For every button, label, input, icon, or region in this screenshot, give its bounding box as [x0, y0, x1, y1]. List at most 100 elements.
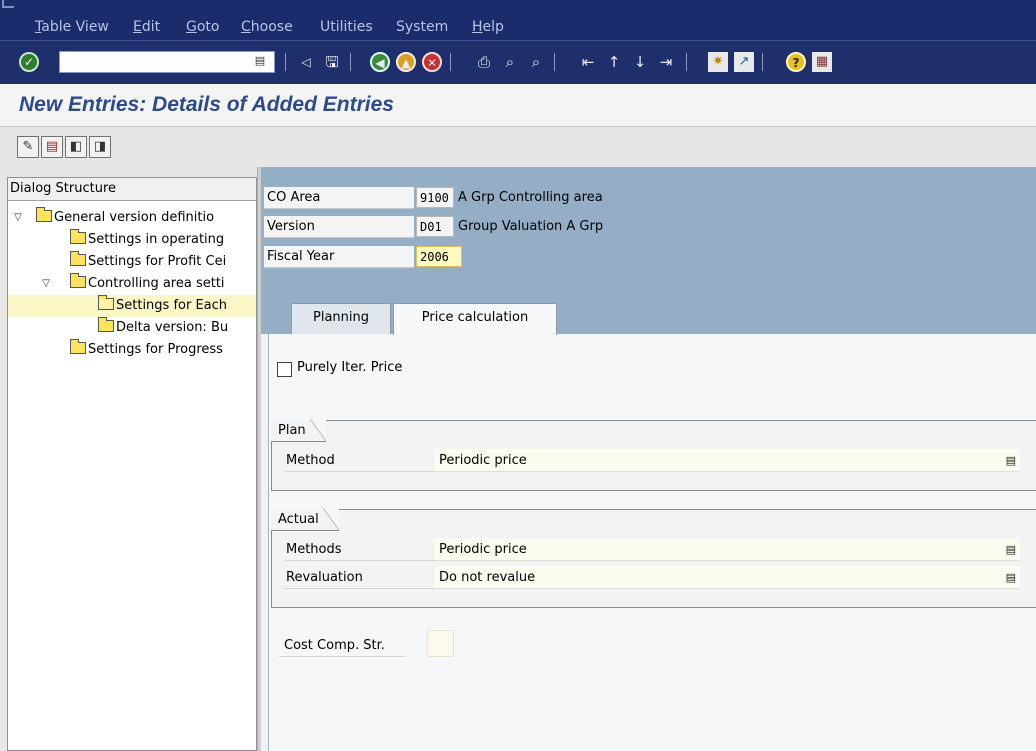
- menu-choose[interactable]: Choose: [241, 19, 293, 35]
- save-icon[interactable]: 🖫: [322, 52, 342, 72]
- dropdown-icon[interactable]: ▤: [1006, 566, 1016, 589]
- folder-icon: [70, 273, 86, 288]
- toolbar-separator: [686, 53, 687, 71]
- prev-page-icon[interactable]: ↑: [604, 52, 624, 72]
- nav-item-label: Settings for Each: [116, 298, 228, 313]
- last-page-icon[interactable]: ⇥: [656, 52, 676, 72]
- folder-icon: [70, 229, 86, 244]
- plan-group: Plan Method Periodic price ▤: [271, 419, 1036, 491]
- revaluation-label: Revaluation: [284, 566, 434, 589]
- fiscal-year-label: Fiscal Year: [264, 246, 414, 268]
- folder-icon: [36, 207, 52, 222]
- delete-icon[interactable]: ▤: [41, 136, 63, 158]
- detail-pane: CO Area 9100 A Grp Controlling area Vers…: [261, 167, 1036, 751]
- next-entry-icon[interactable]: ◨: [89, 136, 111, 158]
- folder-icon: [70, 251, 86, 266]
- menu-goto[interactable]: Goto: [186, 19, 219, 35]
- nav-item-general-version[interactable]: ▽ General version definitio: [8, 207, 256, 229]
- actual-methods-value: Periodic price: [439, 542, 527, 557]
- tab-planning[interactable]: Planning: [291, 303, 391, 334]
- nav-item-label: Settings for Progress: [88, 342, 223, 357]
- nav-item-settings-profit-center[interactable]: Settings for Profit Cei: [8, 251, 256, 273]
- version-text: Group Valuation A Grp: [458, 219, 604, 234]
- revaluation-value: Do not revalue: [439, 570, 536, 585]
- nav-item-controlling-area[interactable]: ▽ Controlling area setti: [8, 273, 256, 295]
- toolbar-separator: [450, 53, 451, 71]
- plan-method-value: Periodic price: [439, 453, 527, 468]
- dialog-structure-header: Dialog Structure: [8, 178, 256, 201]
- layout-icon[interactable]: ▦: [812, 52, 832, 72]
- purely-iter-price-checkbox[interactable]: [277, 362, 292, 377]
- display-change-icon[interactable]: ✎: [17, 136, 39, 158]
- expanded-triangle-icon[interactable]: ▽: [12, 207, 24, 229]
- actual-methods-label: Methods: [284, 538, 434, 561]
- command-field[interactable]: [59, 51, 275, 73]
- menu-edit[interactable]: Edit: [133, 19, 160, 35]
- previous-entry-icon[interactable]: ◧: [65, 136, 87, 158]
- nav-item-label: Delta version: Bu: [116, 320, 229, 335]
- toolbar-separator: [762, 53, 763, 71]
- actual-group-title: Actual: [271, 508, 339, 531]
- shortcut-icon[interactable]: ↗: [734, 52, 754, 72]
- revaluation-dropdown[interactable]: Do not revalue ▤: [434, 566, 1020, 589]
- nav-item-label: Controlling area setti: [88, 276, 225, 291]
- plan-method-dropdown[interactable]: Periodic price ▤: [434, 449, 1020, 472]
- back-green-icon[interactable]: ◀: [370, 52, 390, 72]
- next-page-icon[interactable]: ↓: [630, 52, 650, 72]
- cancel-icon[interactable]: ✕: [422, 52, 442, 72]
- menu-bar: Table View Edit Goto Choose Utilities Sy…: [0, 0, 1036, 40]
- help-icon[interactable]: ?: [786, 52, 806, 72]
- toolbar-separator: [350, 53, 351, 71]
- first-page-icon[interactable]: ⇤: [578, 52, 598, 72]
- dropdown-icon[interactable]: ▤: [1006, 449, 1016, 472]
- nav-item-label: Settings for Profit Cei: [88, 254, 227, 269]
- find-icon[interactable]: ⌕: [500, 52, 520, 72]
- menu-system[interactable]: System: [396, 19, 448, 35]
- nav-item-label: Settings in operating: [88, 232, 225, 247]
- plan-group-title: Plan: [271, 419, 326, 442]
- menu-utilities[interactable]: Utilities: [320, 19, 373, 35]
- nav-item-settings-each[interactable]: Settings for Each: [8, 295, 256, 317]
- tab-price-calculation[interactable]: Price calculation: [393, 303, 557, 335]
- application-toolbar: ✎ ▤ ◧ ◨: [0, 127, 1036, 167]
- menu-help[interactable]: Help: [472, 19, 504, 35]
- expanded-triangle-icon[interactable]: ▽: [40, 273, 52, 295]
- fiscal-year-input[interactable]: 2006: [416, 246, 462, 267]
- menu-table-view[interactable]: Table View: [35, 19, 109, 35]
- title-bar: New Entries: Details of Added Entries: [0, 84, 1036, 127]
- print-icon[interactable]: ⎙: [474, 52, 494, 72]
- dropdown-icon[interactable]: ▤: [1006, 538, 1016, 561]
- version-value: D01: [416, 216, 454, 237]
- window-menu-icon[interactable]: [2, 0, 14, 8]
- page-title: New Entries: Details of Added Entries: [19, 93, 394, 116]
- standard-toolbar: ✓ ▤ ◁ 🖫 ◀ ▲ ✕ ⎙ ⌕ ⌕ ⇤ ↑ ↓ ⇥ ✷ ↗ ? ▦: [0, 40, 1036, 84]
- co-area-label: CO Area: [264, 187, 414, 209]
- folder-icon: [70, 339, 86, 354]
- nav-item-settings-operating[interactable]: Settings in operating: [8, 229, 256, 251]
- actual-methods-dropdown[interactable]: Periodic price ▤: [434, 538, 1020, 561]
- co-area-text: A Grp Controlling area: [458, 190, 603, 205]
- dialog-structure-pane: Dialog Structure ▽ General version defin…: [7, 177, 257, 751]
- plan-method-label: Method: [284, 449, 434, 472]
- tab-content-price-calculation: Purely Iter. Price Plan Method Periodic …: [268, 334, 1036, 751]
- find-next-icon[interactable]: ⌕: [526, 52, 546, 72]
- purely-iter-price-label: Purely Iter. Price: [297, 360, 403, 375]
- toolbar-separator: [285, 53, 286, 71]
- dropdown-icon[interactable]: ▤: [253, 53, 267, 69]
- nav-item-settings-progress[interactable]: Settings for Progress: [8, 339, 256, 361]
- toolbar-separator: [554, 53, 555, 71]
- main-area: Dialog Structure ▽ General version defin…: [0, 167, 1036, 751]
- actual-group: Actual Methods Periodic price ▤ Revaluat…: [271, 508, 1036, 608]
- cost-comp-str-label: Cost Comp. Str.: [279, 635, 405, 657]
- exit-icon[interactable]: ▲: [396, 52, 416, 72]
- nav-item-label: General version definitio: [54, 210, 215, 225]
- open-folder-icon: [98, 295, 114, 310]
- folder-icon: [98, 317, 114, 332]
- version-label: Version: [264, 216, 414, 238]
- new-session-icon[interactable]: ✷: [708, 52, 728, 72]
- ok-check-icon[interactable]: ✓: [19, 52, 39, 72]
- back-arrow-icon[interactable]: ◁: [296, 52, 316, 72]
- cost-comp-str-input[interactable]: [427, 630, 454, 657]
- nav-item-delta-version[interactable]: Delta version: Bu: [8, 317, 256, 339]
- co-area-value: 9100: [416, 187, 454, 208]
